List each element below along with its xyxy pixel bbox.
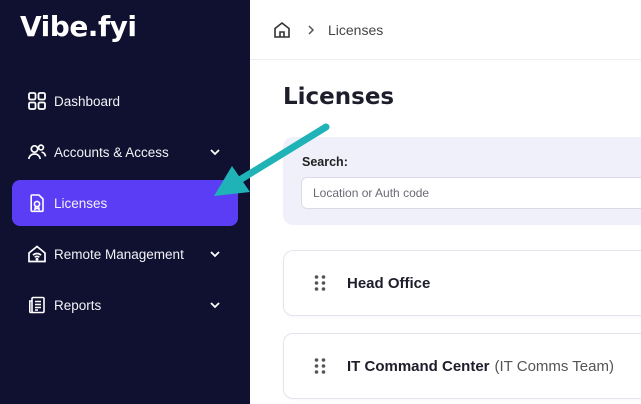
users-icon bbox=[26, 141, 48, 163]
sidebar-item-label: Dashboard bbox=[54, 93, 121, 109]
chevron-down-icon[interactable] bbox=[208, 247, 222, 261]
brand-logo[interactable]: Vibe.fyi bbox=[20, 10, 137, 43]
sidebar-item-label: Licenses bbox=[54, 195, 108, 211]
location-team: (IT Comms Team) bbox=[494, 357, 614, 375]
chevron-down-icon[interactable] bbox=[208, 298, 222, 312]
sidebar-item-remote-management[interactable]: Remote Management bbox=[12, 231, 238, 277]
location-card-it-command-center[interactable]: IT Command Center (IT Comms Team) bbox=[283, 333, 641, 399]
location-card-head-office[interactable]: Head Office bbox=[283, 250, 641, 316]
location-name: Head Office bbox=[347, 274, 431, 292]
location-name: IT Command Center bbox=[347, 357, 490, 375]
breadcrumb: Licenses bbox=[250, 0, 641, 60]
chevron-right-icon bbox=[306, 24, 316, 36]
drag-handle-icon[interactable] bbox=[313, 357, 327, 375]
sidebar-item-licenses[interactable]: Licenses bbox=[12, 180, 238, 226]
main-content: Licenses Licenses Search: Head Office IT… bbox=[250, 0, 641, 404]
chevron-down-icon[interactable] bbox=[208, 145, 222, 159]
search-input[interactable] bbox=[301, 177, 641, 209]
breadcrumb-current[interactable]: Licenses bbox=[328, 22, 383, 38]
drag-handle-icon[interactable] bbox=[313, 274, 327, 292]
search-label: Search: bbox=[302, 155, 348, 169]
wifi-home-icon bbox=[26, 243, 48, 265]
sidebar-item-accounts-access[interactable]: Accounts & Access bbox=[12, 129, 238, 175]
grid-icon bbox=[26, 90, 48, 112]
reports-icon bbox=[26, 294, 48, 316]
sidebar-item-label: Accounts & Access bbox=[54, 144, 169, 160]
search-panel: Search: bbox=[283, 137, 641, 225]
page-title: Licenses bbox=[283, 84, 395, 110]
home-icon[interactable] bbox=[272, 20, 292, 40]
sidebar-item-label: Remote Management bbox=[54, 246, 184, 262]
sidebar: Vibe.fyi Dashboard Accounts & Access Lic… bbox=[0, 0, 250, 404]
sidebar-item-label: Reports bbox=[54, 297, 102, 313]
sidebar-item-reports[interactable]: Reports bbox=[12, 282, 238, 328]
sidebar-item-dashboard[interactable]: Dashboard bbox=[12, 78, 238, 124]
license-file-icon bbox=[26, 192, 48, 214]
